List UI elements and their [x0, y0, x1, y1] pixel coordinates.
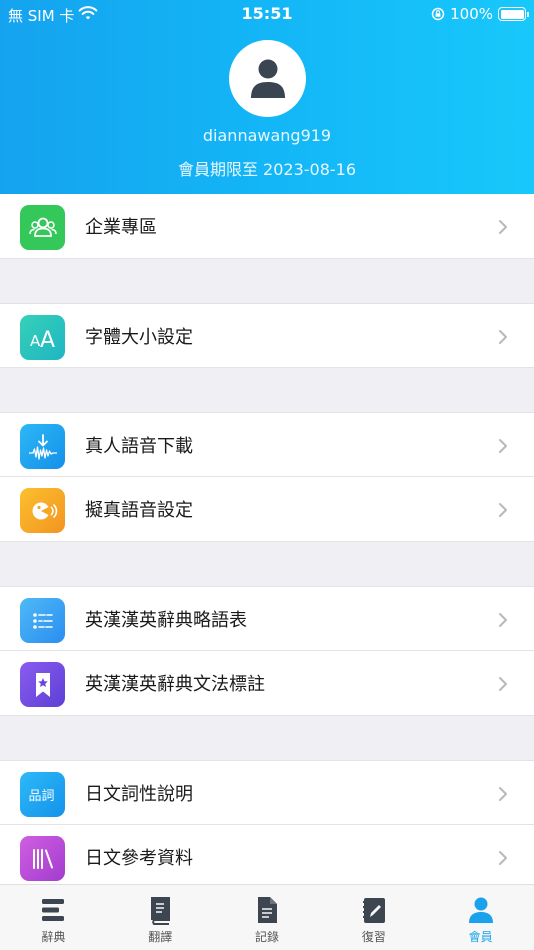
battery-icon — [498, 7, 529, 21]
tab-review[interactable]: 復習 — [320, 885, 427, 950]
book-icon — [151, 897, 171, 925]
section-gap — [0, 542, 534, 586]
section-gap — [0, 716, 534, 760]
tab-bar: 辭典 翻譯 記錄 復習 會員 — [0, 884, 534, 950]
person-icon — [250, 59, 285, 98]
notebook-pencil-icon — [362, 898, 385, 923]
menu-label: 英漢漢英辭典文法標註 — [85, 674, 265, 695]
svg-text:品詞: 品詞 — [28, 789, 54, 804]
tab-dictionary[interactable]: 辭典 — [0, 885, 107, 950]
avatar[interactable] — [229, 40, 306, 117]
chevron-right-icon — [499, 851, 507, 865]
tab-label: 辭典 — [41, 930, 66, 944]
chevron-right-icon — [499, 613, 507, 627]
library-icon — [20, 836, 65, 881]
svg-text:A: A — [40, 328, 55, 353]
menu-item-jp-pos[interactable]: 品詞 日文詞性說明 — [0, 760, 534, 825]
chevron-right-icon — [499, 503, 507, 517]
dictionary-icon — [42, 899, 65, 921]
menu-label: 擬真語音設定 — [85, 500, 193, 521]
chevron-right-icon — [499, 439, 507, 453]
tab-label: 記錄 — [254, 930, 279, 944]
list-icon — [20, 598, 65, 643]
chevron-right-icon — [499, 677, 507, 691]
menu-item-grammar-labels[interactable]: 英漢漢英辭典文法標註 — [0, 651, 534, 716]
screen: 無 SIM 卡 15:51 100% diannawang919 會員期限至 2… — [0, 0, 534, 950]
menu-item-abbreviations[interactable]: 英漢漢英辭典略語表 — [0, 586, 534, 651]
rotation-lock-icon — [431, 7, 445, 21]
menu-item-jp-reference[interactable]: 日文參考資料 — [0, 825, 534, 890]
tab-records[interactable]: 記錄 — [214, 885, 321, 950]
tts-settings-icon — [20, 488, 65, 533]
font-size-icon: A A — [20, 315, 65, 360]
battery-percent: 100% — [450, 5, 493, 23]
menu-item-font-size[interactable]: A A 字體大小設定 — [0, 303, 534, 368]
tab-label: 會員 — [468, 930, 493, 944]
part-of-speech-icon: 品詞 — [20, 772, 65, 817]
status-right: 100% — [431, 5, 529, 23]
section-gap — [0, 368, 534, 412]
enterprise-icon — [20, 205, 65, 250]
tab-member[interactable]: 會員 — [427, 885, 534, 950]
section-gap — [0, 259, 534, 303]
person-icon — [468, 897, 493, 923]
tab-label: 復習 — [361, 930, 386, 944]
tab-label: 翻譯 — [148, 930, 173, 944]
menu-item-enterprise[interactable]: 企業專區 — [0, 194, 534, 259]
chevron-right-icon — [499, 787, 507, 801]
menu-label: 日文詞性說明 — [85, 783, 193, 805]
username: diannawang919 — [202, 126, 332, 145]
membership-expiry: 會員期限至 2023-08-16 — [177, 160, 357, 179]
menu-item-tts-settings[interactable]: 擬真語音設定 — [0, 477, 534, 542]
settings-list: 企業專區 A A 字體大小設定 真人語音下載 擬真語音設定 英漢漢英辭典略語表 … — [0, 194, 534, 890]
bookmark-star-icon — [20, 662, 65, 707]
menu-label: 英漢漢英辭典略語表 — [85, 609, 247, 631]
profile-header: 無 SIM 卡 15:51 100% diannawang919 會員期限至 2… — [0, 0, 534, 194]
voice-download-icon — [20, 424, 65, 469]
chevron-right-icon — [499, 330, 507, 344]
document-icon — [257, 897, 277, 923]
menu-label: 字體大小設定 — [85, 326, 193, 348]
menu-label: 真人語音下載 — [85, 435, 193, 457]
menu-item-voice-download[interactable]: 真人語音下載 — [0, 412, 534, 477]
chevron-right-icon — [499, 220, 507, 234]
menu-label: 企業專區 — [85, 217, 157, 238]
menu-label: 日文參考資料 — [85, 848, 193, 869]
tab-translate[interactable]: 翻譯 — [107, 885, 214, 950]
status-bar: 無 SIM 卡 15:51 100% — [0, 0, 534, 28]
